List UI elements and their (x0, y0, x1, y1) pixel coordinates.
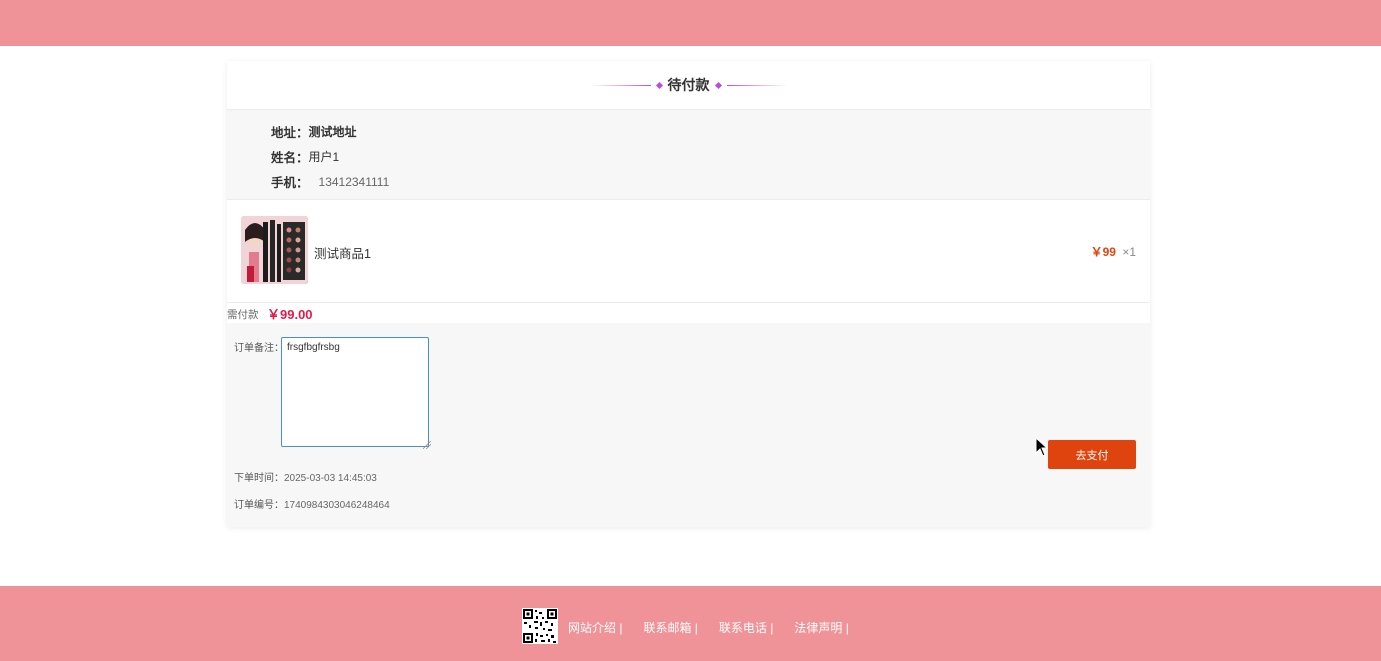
remark-textarea[interactable]: frsgfbgfrsbg (281, 337, 429, 447)
name-value: 用户1 (308, 150, 340, 164)
order-status-title: 待付款 (667, 77, 710, 93)
order-number-line: 订单编号：1740984303046248464 (234, 496, 390, 511)
payment-label: 需付款 (227, 309, 259, 321)
order-time-value: 2025-03-03 14:45:03 (284, 473, 377, 484)
pay-button[interactable]: 去支付 (1048, 440, 1136, 469)
product-row[interactable]: 测试商品1 ￥99 ×1 (227, 200, 1150, 303)
decor-diamond-icon (714, 81, 722, 89)
address-label: 地址： (271, 126, 309, 140)
footer-link-legal[interactable]: 法律声明 | (794, 619, 848, 636)
name-label: 姓名： (271, 151, 309, 165)
order-card: 待付款 地址： 测试地址 姓名： 用户1 手机： 13412341111 测试商… (227, 61, 1150, 527)
phone-value: 13412341111 (318, 174, 390, 189)
product-quantity: ×1 (1122, 245, 1136, 259)
product-name[interactable]: 测试商品1 (314, 243, 371, 262)
decor-line-left (590, 84, 651, 86)
remark-label: 订单备注： (234, 343, 284, 354)
product-price-qty: ￥99 ×1 (1091, 243, 1136, 260)
phone-label: 手机： (271, 176, 309, 190)
order-status-header: 待付款 (227, 61, 1150, 110)
footer: 网站介绍 | 联系邮箱 | 联系电话 | 法律声明 | (0, 586, 1381, 661)
resize-handle-icon[interactable] (423, 441, 431, 449)
order-number-label: 订单编号： (234, 500, 284, 511)
decor-diamond-icon (655, 81, 663, 89)
name-row: 姓名： 用户1 (271, 147, 339, 166)
address-row: 地址： 测试地址 (271, 122, 357, 141)
footer-links: 网站介绍 | 联系邮箱 | 联系电话 | 法律声明 | (568, 619, 849, 636)
address-value: 测试地址 (308, 125, 357, 139)
order-time-label: 下单时间： (234, 473, 284, 484)
shipping-info: 地址： 测试地址 姓名： 用户1 手机： 13412341111 (227, 110, 1150, 200)
product-thumbnail[interactable] (241, 216, 308, 284)
footer-link-about[interactable]: 网站介绍 | (568, 619, 622, 636)
qr-code-icon (522, 608, 558, 644)
phone-row: 手机： 13412341111 (271, 172, 389, 191)
order-time-line: 下单时间：2025-03-03 14:45:03 (234, 469, 377, 484)
footer-link-phone[interactable]: 联系电话 | (719, 619, 773, 636)
order-details-box: 订单备注： frsgfbgfrsbg 下单时间：2025-03-03 14:45… (227, 323, 1150, 527)
payment-amount: ￥99.00 (267, 307, 313, 322)
mouse-cursor-icon (1035, 437, 1049, 457)
footer-link-email[interactable]: 联系邮箱 | (643, 619, 697, 636)
top-header-bar (0, 0, 1381, 46)
cosmetics-image-icon (241, 216, 308, 284)
payment-total-row: 需付款 ￥99.00 (227, 303, 1150, 323)
order-number-value: 1740984303046248464 (284, 500, 390, 511)
product-price: ￥99 (1090, 245, 1116, 259)
decor-line-right (726, 84, 787, 86)
